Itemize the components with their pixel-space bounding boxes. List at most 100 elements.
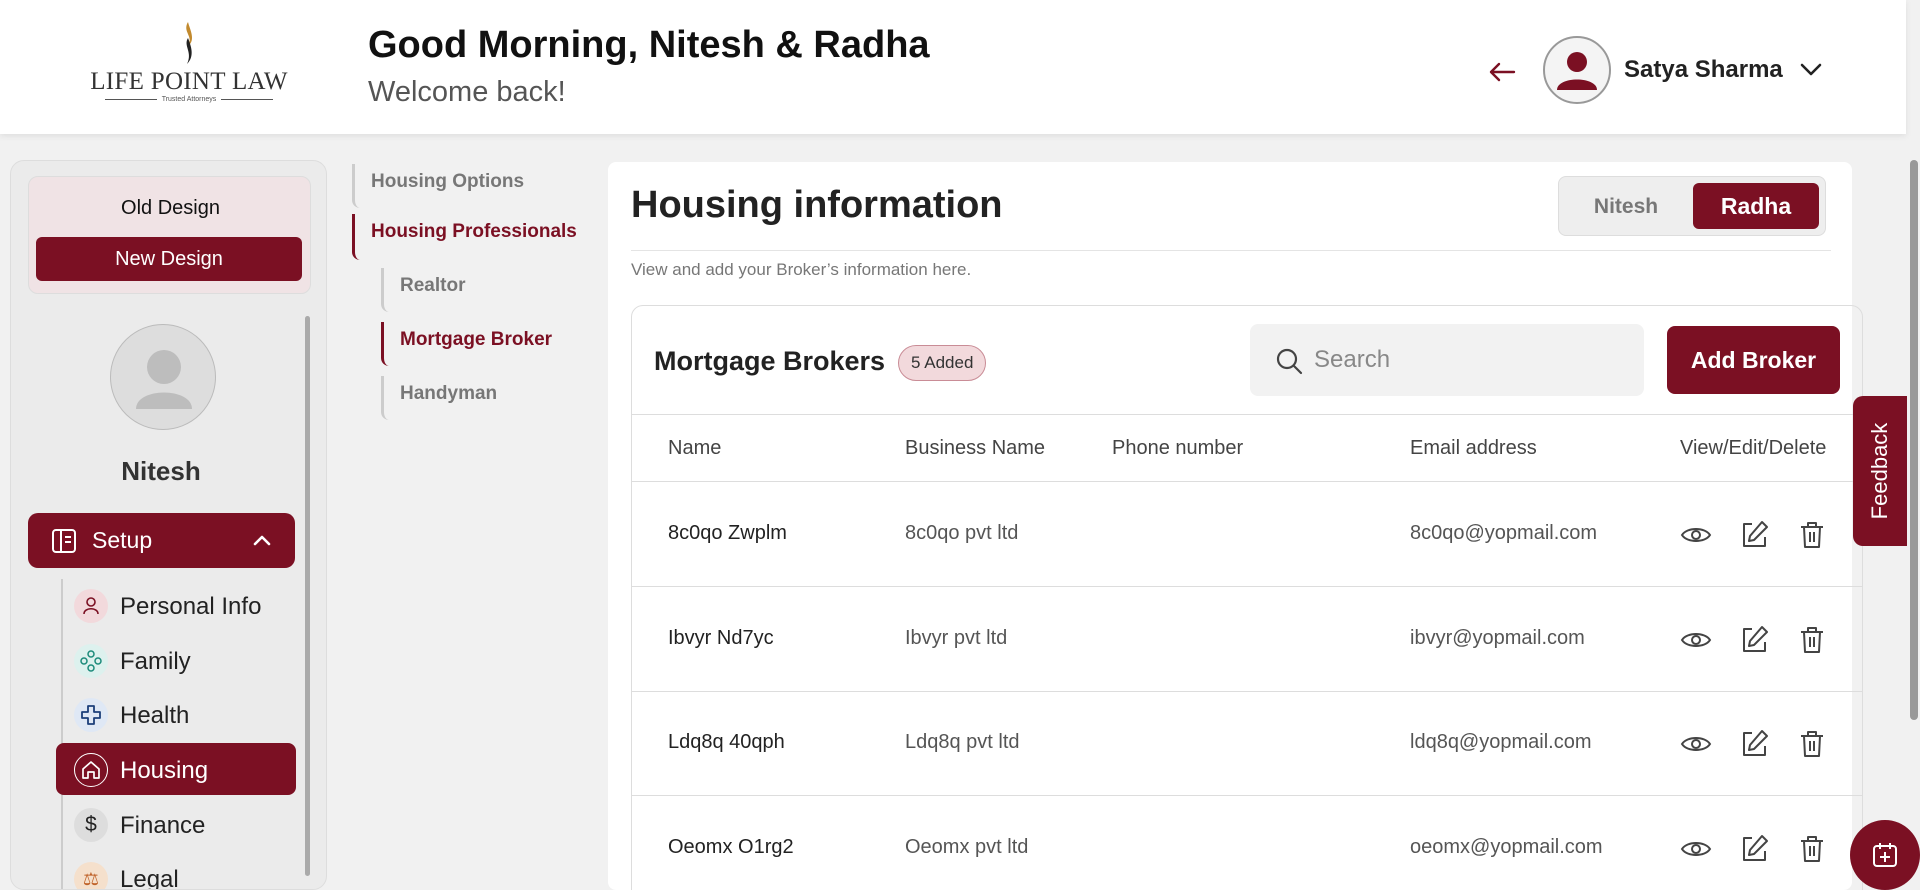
dollar-icon: $ <box>74 808 108 842</box>
cell-email: 8c0qo@yopmail.com <box>1410 522 1598 544</box>
toggle-radha[interactable]: Radha <box>1693 183 1819 229</box>
cell-email: ibvyr@yopmail.com <box>1410 627 1585 649</box>
sidebar-item-label: Legal <box>120 866 179 890</box>
setup-label: Setup <box>92 527 153 553</box>
column-header: Phone number <box>1112 437 1244 459</box>
health-cross-icon <box>74 698 108 732</box>
cell-name: 8c0qo Zwplm <box>668 522 787 544</box>
book-icon <box>52 529 76 553</box>
table-header: Name Business Name Phone number Email ad… <box>632 414 1862 482</box>
sidebar-scrollbar[interactable] <box>305 316 310 876</box>
cell-business: Ldq8q pvt ltd <box>905 731 1020 753</box>
subnav-housing-professionals[interactable]: Housing Professionals <box>352 214 577 260</box>
life-point-law-logo[interactable]: LIFE POINT LAW Trusted Attorneys <box>84 18 294 110</box>
feedback-tab[interactable]: Feedback <box>1853 396 1907 546</box>
view-eye-icon[interactable] <box>1680 519 1712 551</box>
main-content: Housing information Nitesh Radha View an… <box>608 162 1863 890</box>
greeting-title: Good Morning, Nitesh & Radha <box>368 24 930 66</box>
subnav-realtor[interactable]: Realtor <box>381 268 465 312</box>
feedback-label: Feedback <box>1867 422 1892 520</box>
logo-tagline: Trusted Attorneys <box>84 96 294 103</box>
add-broker-button[interactable]: Add Broker <box>1667 326 1840 394</box>
old-design-button[interactable]: Old Design <box>29 197 312 220</box>
cell-email: oeomx@yopmail.com <box>1410 836 1603 858</box>
sidebar-item-label: Housing <box>120 757 209 784</box>
table-row: Ldq8q 40qph Ldq8q pvt ltd ldq8q@yopmail.… <box>632 691 1862 796</box>
family-icon <box>74 644 108 678</box>
search-box[interactable] <box>1250 324 1644 396</box>
sidebar-item-personal-info[interactable]: Personal Info <box>56 579 296 631</box>
column-header: Name <box>668 437 722 459</box>
cell-business: 8c0qo pvt ltd <box>905 522 1019 544</box>
delete-trash-icon[interactable] <box>1796 728 1828 760</box>
profile-avatar <box>110 324 216 430</box>
view-eye-icon[interactable] <box>1680 833 1712 865</box>
profile-name: Nitesh <box>121 456 201 486</box>
calendar-plus-icon <box>1873 843 1897 867</box>
welcome-text: Welcome back! <box>368 76 566 108</box>
person-toggle: Nitesh Radha <box>1558 176 1826 236</box>
setup-menu-toggle[interactable]: Setup <box>28 513 295 568</box>
subnav-housing-options[interactable]: Housing Options <box>352 164 524 208</box>
edit-pencil-icon[interactable] <box>1738 728 1770 760</box>
edit-pencil-icon[interactable] <box>1738 624 1770 656</box>
view-eye-icon[interactable] <box>1680 624 1712 656</box>
delete-trash-icon[interactable] <box>1796 624 1828 656</box>
user-avatar-icon <box>1557 52 1597 90</box>
edit-pencil-icon[interactable] <box>1738 833 1770 865</box>
title-divider <box>631 250 1831 251</box>
table-row: 8c0qo Zwplm 8c0qo pvt ltd 8c0qo@yopmail.… <box>632 482 1862 587</box>
table-row: Oeomx O1rg2 Oeomx pvt ltd oeomx@yopmail.… <box>632 796 1862 890</box>
section-title: Mortgage Brokers <box>654 346 886 376</box>
user-name[interactable]: Satya Sharma <box>1624 56 1783 84</box>
chevron-down-icon[interactable] <box>1798 58 1824 80</box>
sidebar-item-label: Family <box>120 648 191 675</box>
chevron-up-icon <box>253 535 271 546</box>
search-icon <box>1276 348 1303 375</box>
search-input[interactable] <box>1314 338 1624 382</box>
top-header: LIFE POINT LAW Trusted Attorneys Good Mo… <box>0 0 1906 134</box>
cell-name: Ibvyr Nd7yc <box>668 627 774 649</box>
table-row: Ibvyr Nd7yc Ibvyr pvt ltd ibvyr@yopmail.… <box>632 587 1862 692</box>
sidebar-item-label: Personal Info <box>120 593 262 620</box>
person-icon <box>74 589 108 623</box>
new-design-button[interactable]: New Design <box>36 237 302 281</box>
calendar-add-button[interactable] <box>1850 820 1920 890</box>
page-subtitle: View and add your Broker’s information h… <box>631 260 972 279</box>
house-icon <box>74 753 108 787</box>
legal-icon: ⚖ <box>74 862 108 889</box>
cell-business: Oeomx pvt ltd <box>905 836 1029 858</box>
sidebar-item-label: Finance <box>120 812 206 839</box>
delete-trash-icon[interactable] <box>1796 519 1828 551</box>
sidebar-item-housing[interactable]: Housing <box>56 743 296 795</box>
design-switcher: Old Design New Design <box>28 176 311 294</box>
sidebar-item-legal[interactable]: ⚖ Legal <box>56 852 296 890</box>
column-header: Business Name <box>905 437 1046 459</box>
logo-text: LIFE POINT LAW <box>90 68 288 95</box>
column-header: View/Edit/Delete <box>1680 437 1827 459</box>
cell-name: Oeomx O1rg2 <box>668 836 794 858</box>
sidebar-item-family[interactable]: Family <box>56 634 296 686</box>
sidebar-item-health[interactable]: Health <box>56 688 296 740</box>
cell-name: Ldq8q 40qph <box>668 731 785 753</box>
cell-email: ldq8q@yopmail.com <box>1410 731 1592 753</box>
cell-business: Ibvyr pvt ltd <box>905 627 1008 649</box>
profile-placeholder-icon <box>136 350 192 409</box>
toggle-nitesh[interactable]: Nitesh <box>1571 185 1681 229</box>
column-header: Email address <box>1410 437 1537 459</box>
logo-flame-icon <box>186 22 193 64</box>
subnav-mortgage-broker[interactable]: Mortgage Broker <box>381 322 552 366</box>
edit-pencil-icon[interactable] <box>1738 519 1770 551</box>
count-badge: 5 Added <box>898 345 987 381</box>
page-scrollbar[interactable] <box>1910 160 1918 720</box>
sidebar: Old Design New Design Nitesh Setup Perso… <box>10 160 327 890</box>
sidebar-item-label: Health <box>120 702 190 729</box>
subnav-handyman[interactable]: Handyman <box>381 376 497 420</box>
sidebar-item-finance[interactable]: $ Finance <box>56 798 296 850</box>
view-eye-icon[interactable] <box>1680 728 1712 760</box>
page-title: Housing information <box>631 184 1003 226</box>
user-avatar[interactable] <box>1543 36 1611 104</box>
brokers-table-card: Mortgage Brokers 5 Added Add Broker Name… <box>631 305 1863 890</box>
back-arrow-icon[interactable] <box>1486 56 1518 88</box>
delete-trash-icon[interactable] <box>1796 833 1828 865</box>
